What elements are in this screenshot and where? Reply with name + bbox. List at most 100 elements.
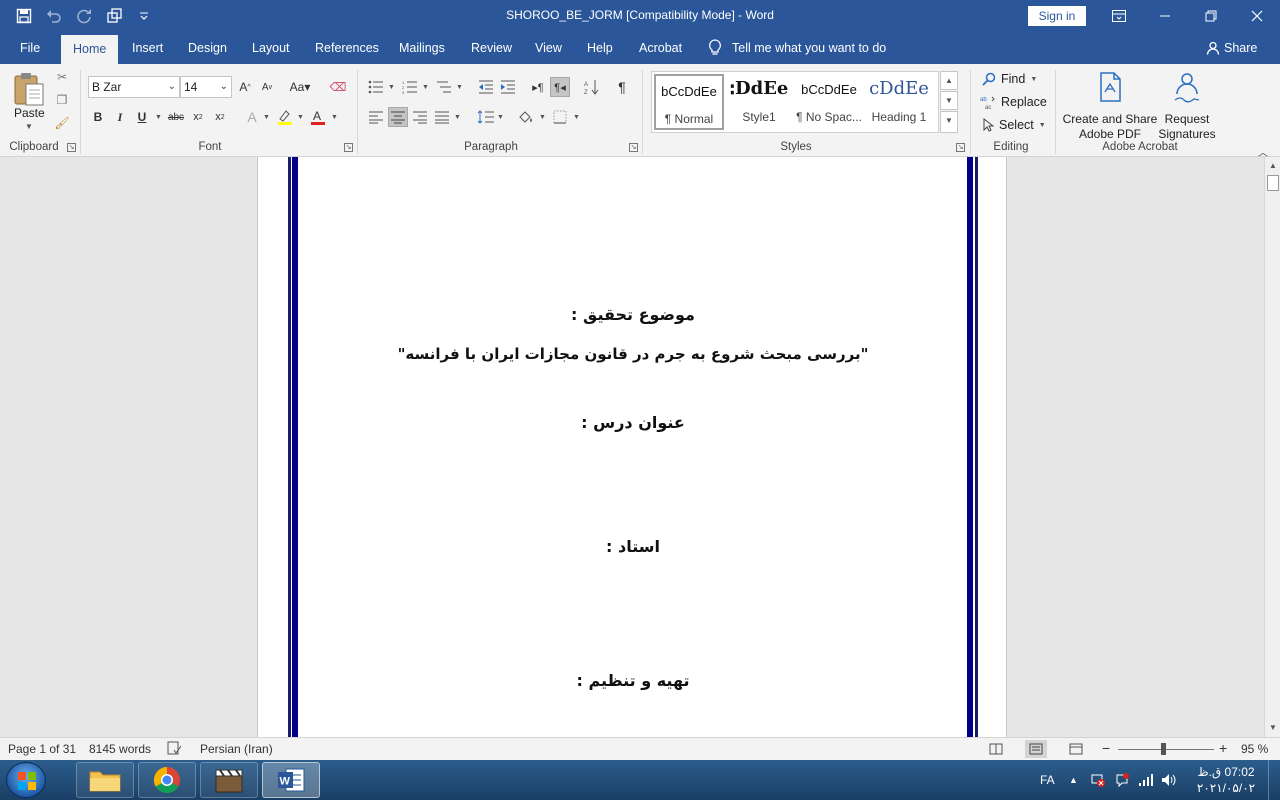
sign-in-button[interactable]: Sign in xyxy=(1028,6,1086,26)
scroll-down-icon[interactable]: ▼ xyxy=(1266,720,1280,736)
scroll-up-icon[interactable]: ▲ xyxy=(1266,158,1280,174)
tab-insert[interactable]: Insert xyxy=(132,32,163,64)
volume-icon[interactable] xyxy=(1160,760,1178,800)
bold-icon[interactable]: B xyxy=(88,107,108,127)
rtl-direction-icon[interactable]: ¶◂ xyxy=(550,77,570,97)
tell-me-search[interactable]: Tell me what you want to do xyxy=(708,32,886,64)
font-launcher-icon[interactable]: ↘ xyxy=(344,143,353,152)
research-topic-heading[interactable]: موضوع تحقیق : xyxy=(318,305,948,324)
bullets-icon[interactable] xyxy=(366,77,386,97)
course-title-label[interactable]: عنوان درس : xyxy=(318,413,948,432)
close-icon[interactable] xyxy=(1234,0,1280,32)
show-desktop-button[interactable] xyxy=(1268,760,1280,800)
taskbar-explorer[interactable] xyxy=(76,762,134,798)
gallery-down-icon[interactable]: ▼ xyxy=(940,91,958,110)
document-area[interactable]: موضوع تحقیق : "بررسی مبحث شروع به جرم در… xyxy=(0,157,1264,737)
tab-acrobat[interactable]: Acrobat xyxy=(639,32,682,64)
professor-label[interactable]: استاد : xyxy=(318,537,948,556)
restore-icon[interactable] xyxy=(1188,0,1234,32)
paste-dropdown-icon[interactable]: ▼ xyxy=(25,122,33,131)
select-button[interactable]: Select ▼ xyxy=(982,115,1046,135)
borders-dropdown-icon[interactable]: ▼ xyxy=(573,114,580,121)
text-effects-dropdown-icon[interactable]: ▼ xyxy=(263,114,270,121)
subscript-icon[interactable]: x2 xyxy=(188,107,208,127)
ltr-direction-icon[interactable]: ▸¶ xyxy=(528,77,548,97)
style-heading-1[interactable]: cDdEe Heading 1 xyxy=(864,74,934,130)
find-button[interactable]: Find ▼ xyxy=(982,69,1037,89)
numbering-icon[interactable]: 123 xyxy=(400,77,420,97)
gallery-up-icon[interactable]: ▲ xyxy=(940,71,958,90)
shading-dropdown-icon[interactable]: ▼ xyxy=(539,114,546,121)
share-button[interactable]: Share xyxy=(1206,32,1257,64)
tab-view[interactable]: View xyxy=(535,32,562,64)
gallery-more-icon[interactable]: ▼ xyxy=(940,111,958,133)
taskbar-media-app[interactable] xyxy=(200,762,258,798)
numbering-dropdown-icon[interactable]: ▼ xyxy=(422,84,429,91)
change-case-icon[interactable]: Aa▾ xyxy=(286,77,314,97)
style-no-spacing[interactable]: bCcDdEe ¶ No Spac... xyxy=(794,74,864,130)
tab-references[interactable]: References xyxy=(315,32,379,64)
superscript-icon[interactable]: x2 xyxy=(210,107,230,127)
show-formatting-marks-icon[interactable]: ¶ xyxy=(612,77,632,97)
show-hidden-icons-icon[interactable]: ▲ xyxy=(1069,760,1078,800)
zoom-slider-thumb[interactable] xyxy=(1161,743,1166,755)
replace-button[interactable]: ab ac Replace xyxy=(980,92,1047,112)
text-effects-icon[interactable]: A xyxy=(242,107,262,127)
clear-formatting-icon[interactable]: ⌫ xyxy=(328,77,348,97)
document-page[interactable]: موضوع تحقیق : "بررسی مبحث شروع به جرم در… xyxy=(257,157,1007,737)
style-style1[interactable]: ꓽDdEe Style1 xyxy=(724,74,794,130)
tab-home[interactable]: Home xyxy=(61,35,119,64)
justify-icon[interactable] xyxy=(432,107,452,127)
shading-icon[interactable] xyxy=(516,107,536,127)
justify-dropdown-icon[interactable]: ▼ xyxy=(454,114,461,121)
tab-design[interactable]: Design xyxy=(188,32,227,64)
zoom-out-icon[interactable]: − xyxy=(1102,740,1110,756)
font-color-dropdown-icon[interactable]: ▼ xyxy=(331,114,338,121)
paste-button[interactable]: Paste xyxy=(14,106,45,120)
signal-icon[interactable] xyxy=(1138,760,1154,800)
line-spacing-dropdown-icon[interactable]: ▼ xyxy=(497,114,504,121)
prepared-by-label[interactable]: تهیه و تنظیم : xyxy=(318,671,948,690)
highlight-icon[interactable] xyxy=(275,107,295,127)
tab-help[interactable]: Help xyxy=(587,32,613,64)
start-button[interactable] xyxy=(6,762,46,798)
save-icon[interactable] xyxy=(14,6,34,26)
align-left-icon[interactable] xyxy=(366,107,386,127)
align-right-icon[interactable] xyxy=(410,107,430,127)
read-mode-icon[interactable] xyxy=(985,740,1007,758)
font-size-combo[interactable]: 14 ⌄ xyxy=(180,76,232,98)
taskbar-clock[interactable]: 07:02 ق.ظ ۲۰۲۱/۰۵/۰۲ xyxy=(1190,764,1262,796)
research-title[interactable]: "بررسی مبحث شروع به جرم در قانون مجازات … xyxy=(318,345,948,363)
increase-indent-icon[interactable] xyxy=(498,77,518,97)
minimize-icon[interactable] xyxy=(1142,0,1188,32)
vertical-scrollbar[interactable]: ▲ ▼ xyxy=(1264,157,1280,737)
input-language[interactable]: FA xyxy=(1040,760,1055,800)
grow-font-icon[interactable]: A ^ xyxy=(235,77,255,97)
styles-launcher-icon[interactable]: ↘ xyxy=(956,143,965,152)
clipboard-launcher-icon[interactable]: ↘ xyxy=(67,143,76,152)
tab-layout[interactable]: Layout xyxy=(252,32,290,64)
taskbar-word[interactable]: W xyxy=(262,762,320,798)
web-layout-icon[interactable] xyxy=(1065,740,1087,758)
taskbar-chrome[interactable] xyxy=(138,762,196,798)
zoom-level[interactable]: 95 % xyxy=(1241,742,1268,756)
zoom-slider-track[interactable] xyxy=(1118,749,1214,750)
decrease-indent-icon[interactable] xyxy=(476,77,496,97)
zoom-in-icon[interactable]: + xyxy=(1219,740,1227,756)
print-layout-icon[interactable] xyxy=(1025,740,1047,758)
action-center-icon[interactable] xyxy=(1114,760,1130,800)
shrink-font-icon[interactable]: Av xyxy=(257,77,277,97)
proofing-icon[interactable] xyxy=(166,740,182,759)
align-center-icon[interactable] xyxy=(388,107,408,127)
sort-icon[interactable]: AZ xyxy=(582,77,602,97)
underline-dropdown-icon[interactable]: ▼ xyxy=(155,114,162,121)
tab-mailings[interactable]: Mailings xyxy=(399,32,445,64)
paragraph-launcher-icon[interactable]: ↘ xyxy=(629,143,638,152)
font-color-icon[interactable]: A xyxy=(308,107,328,127)
tab-review[interactable]: Review xyxy=(471,32,512,64)
format-painter-icon[interactable]: 🖌 xyxy=(54,116,70,132)
create-share-pdf-button[interactable]: Create and Share Adobe PDF xyxy=(1062,70,1158,142)
language-indicator[interactable]: Persian (Iran) xyxy=(200,742,273,756)
multilevel-dropdown-icon[interactable]: ▼ xyxy=(456,84,463,91)
style-normal[interactable]: bCcDdEe ¶ Normal xyxy=(654,74,724,130)
